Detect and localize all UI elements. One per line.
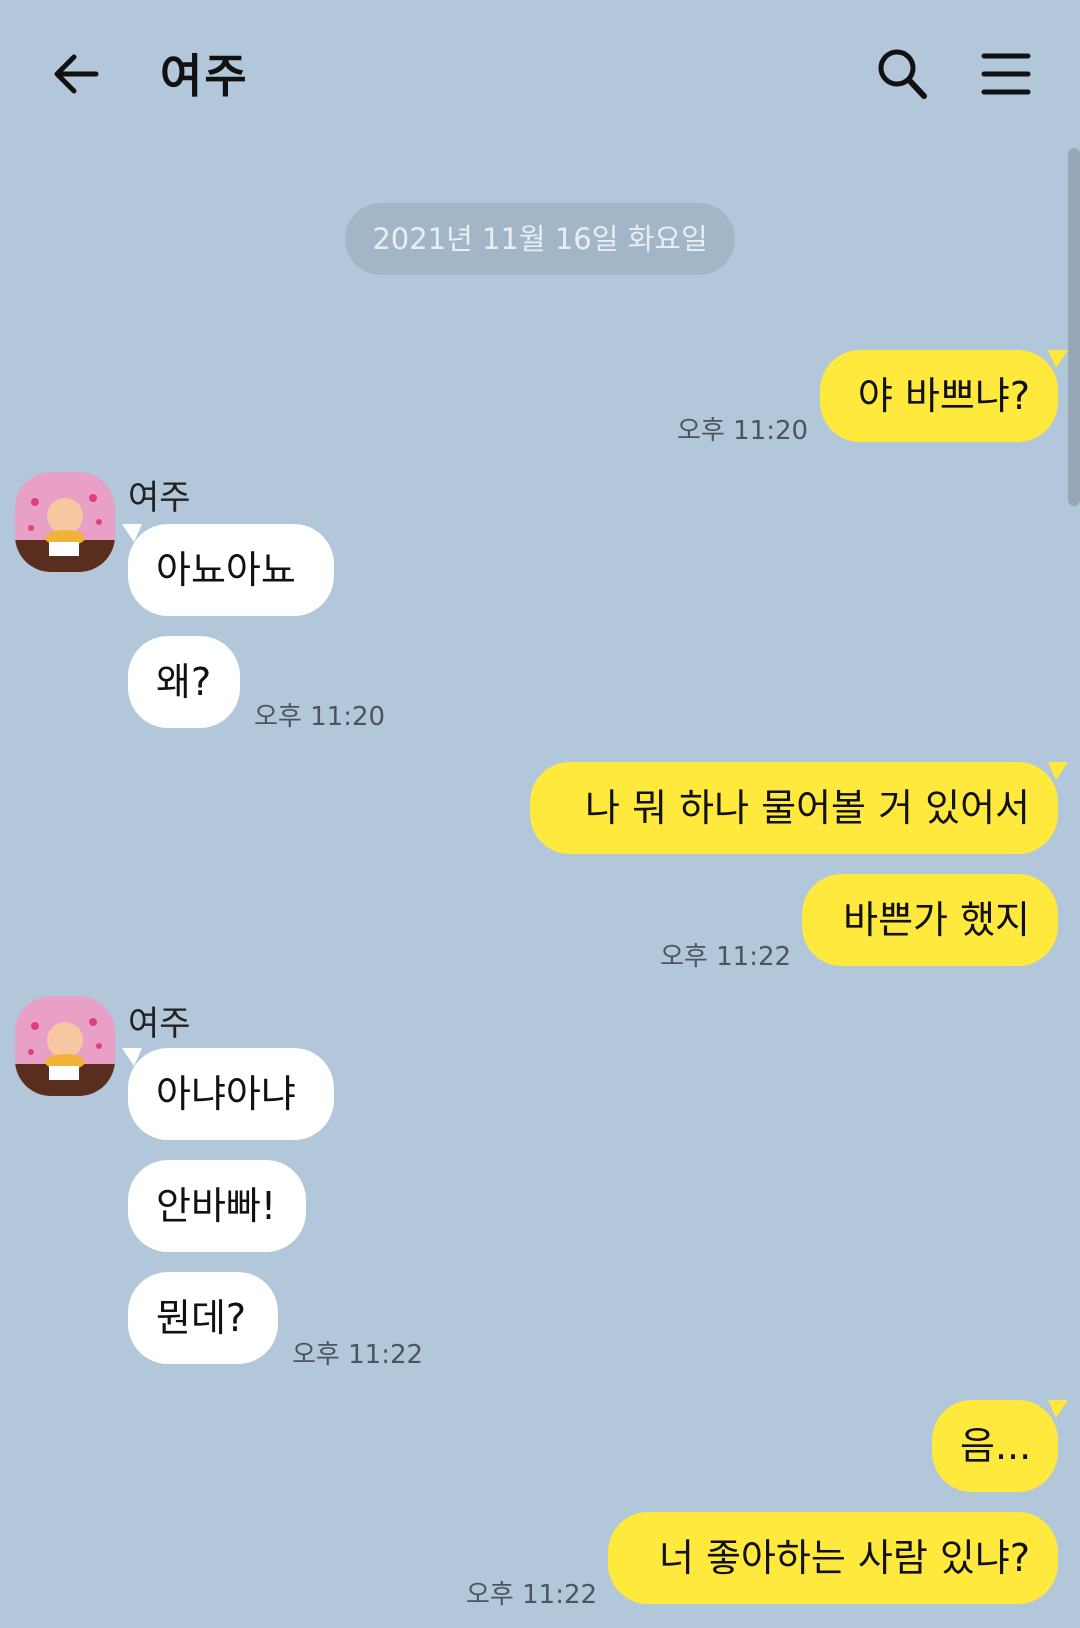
their-message-bubble[interactable]: 뭔데? (128, 1272, 278, 1364)
message-time: 오후 11:22 (660, 942, 792, 972)
contact-avatar[interactable] (15, 996, 115, 1096)
menu-button[interactable] (978, 44, 1038, 104)
hamburger-menu-icon (981, 53, 1031, 95)
bubble-tail (1048, 350, 1068, 368)
arrow-left-icon (54, 54, 99, 94)
their-message-bubble[interactable]: 아냐아냐 (128, 1048, 334, 1140)
sender-name: 여주 (128, 478, 191, 518)
their-message-bubble[interactable]: 안바빠! (128, 1160, 306, 1252)
bubble-tail (1048, 1400, 1068, 1418)
avatar-character-icon (15, 996, 115, 1096)
their-message-bubble[interactable]: 아뇨아뇨 (128, 524, 334, 616)
back-button[interactable] (48, 44, 108, 104)
my-message-bubble[interactable]: 바쁜가 했지 (802, 874, 1058, 966)
chat-screen: 여주 2021년 11월 16일 화요일 오후 11:20 야 바쁘냐? 여주 … (0, 0, 1080, 1628)
scrollbar[interactable] (1068, 148, 1080, 506)
sender-name: 여주 (128, 1004, 191, 1044)
my-message-bubble[interactable]: 너 좋아하는 사람 있냐? (608, 1512, 1058, 1604)
my-message-bubble[interactable]: 음... (932, 1400, 1058, 1492)
search-button[interactable] (872, 44, 932, 104)
bubble-tail (1048, 762, 1068, 780)
message-time: 오후 11:20 (677, 416, 809, 446)
message-time: 오후 11:22 (292, 1340, 424, 1370)
chat-title: 여주 (160, 49, 249, 103)
my-message-bubble[interactable]: 나 뭐 하나 물어볼 거 있어서 (530, 762, 1058, 854)
their-message-bubble[interactable]: 왜? (128, 636, 240, 728)
contact-avatar[interactable] (15, 472, 115, 572)
avatar-character-icon (15, 472, 115, 572)
search-icon (878, 49, 927, 99)
message-time: 오후 11:20 (254, 702, 386, 732)
message-time: 오후 11:22 (466, 1580, 598, 1610)
date-divider: 2021년 11월 16일 화요일 (345, 203, 735, 275)
my-message-bubble[interactable]: 야 바쁘냐? (820, 350, 1058, 442)
chat-header: 여주 (0, 0, 1080, 150)
